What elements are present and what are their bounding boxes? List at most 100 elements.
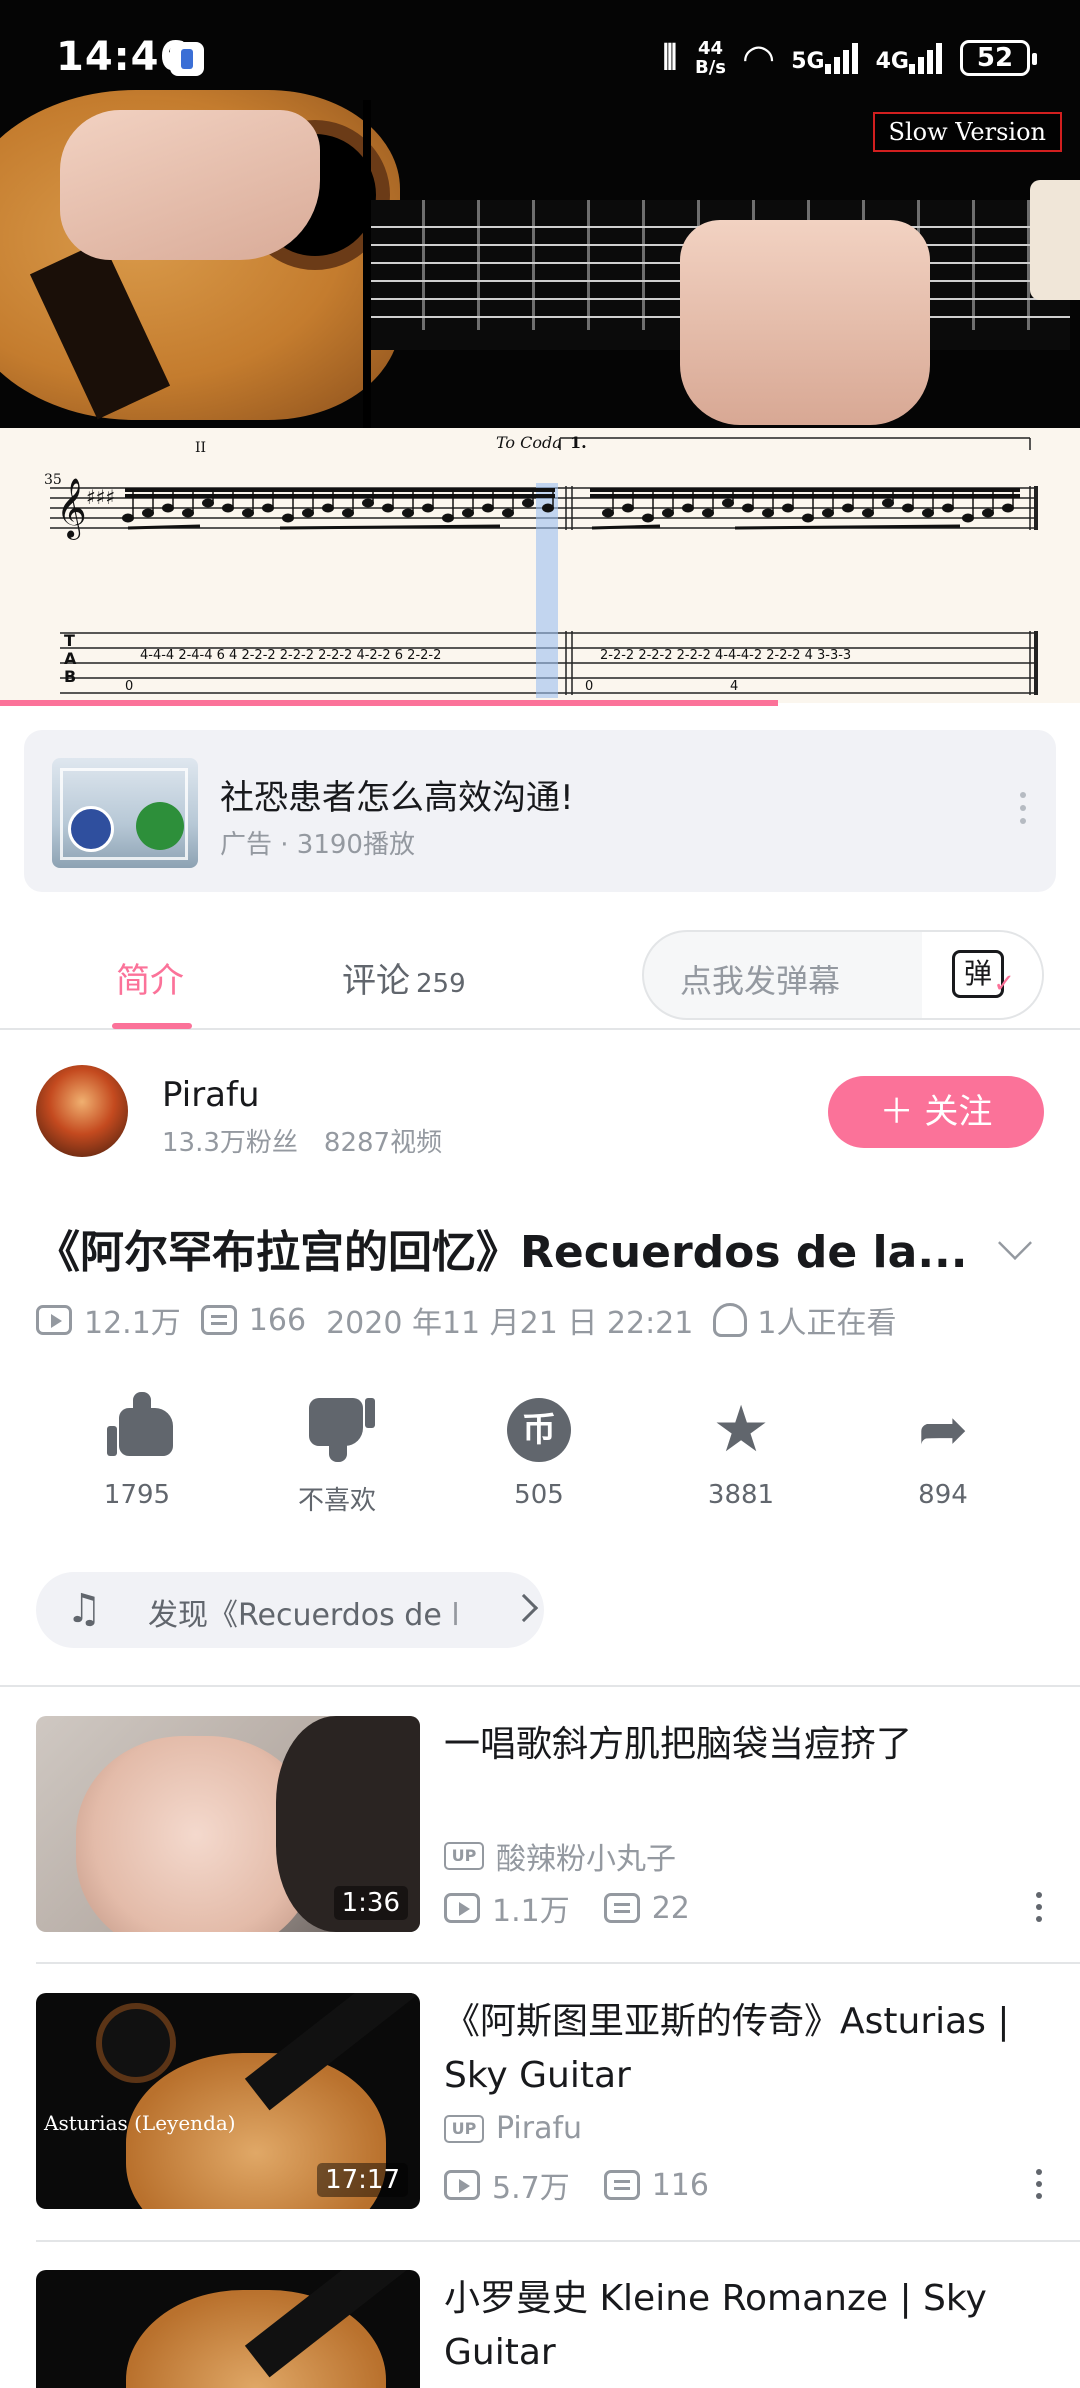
related-stats: 1.1万 22 xyxy=(444,1886,690,1930)
note-head xyxy=(142,508,154,518)
star-icon: ★ xyxy=(712,1393,770,1467)
coda-label: To Coda xyxy=(496,433,562,452)
related-views: 5.7万 xyxy=(492,2171,570,2206)
status-bar: 14:46 ⫴ 44 B/s ◠ 5G 4G 52 xyxy=(0,0,1080,100)
like-button[interactable]: 1795 xyxy=(72,1392,202,1510)
list-divider xyxy=(36,1962,1080,1964)
thumbs-down-icon xyxy=(305,1398,375,1462)
ad-thumbnail xyxy=(52,758,198,868)
video-split-divider xyxy=(363,100,371,428)
video-title: 《阿尔罕布拉宫的回忆》Recuerdos de la... xyxy=(36,1227,968,1278)
section-divider xyxy=(0,1685,1080,1687)
note-head xyxy=(602,508,614,518)
note-head xyxy=(962,513,974,523)
note-head xyxy=(722,498,734,508)
related-title: 一唱歌斜方肌把脑袋当痘挤了 xyxy=(444,1724,913,1765)
note-head xyxy=(982,508,994,518)
slow-version-label: Slow Version xyxy=(872,112,1062,152)
uploader-videos: 8287视频 xyxy=(323,1128,443,1158)
note-head xyxy=(382,503,394,513)
note-head xyxy=(322,503,334,513)
more-options-icon[interactable] xyxy=(1034,2169,1044,2203)
coin-count: 505 xyxy=(514,1480,564,1510)
up-badge-icon: UP xyxy=(444,1842,484,1870)
thumb-guitar-hole xyxy=(96,2003,176,2083)
note-head xyxy=(302,508,314,518)
tab-letter-t: T xyxy=(64,631,75,650)
tab-line-1: 4-4-4 2-4-4 6 4 2-2-2 2-2-2 2-2-2 4-2-2 … xyxy=(140,648,441,663)
related-views: 1.1万 xyxy=(492,1894,570,1929)
ad-more-icon[interactable] xyxy=(1018,792,1028,832)
danmaku-icon: 弹 xyxy=(952,950,1015,1005)
play-count-icon xyxy=(444,1893,480,1923)
ad-card[interactable]: 社恐患者怎么高效沟通! 广告 · 3190播放 xyxy=(24,730,1056,892)
favorite-button[interactable]: ★ 3881 xyxy=(676,1398,806,1510)
battery-level: 52 xyxy=(976,43,1014,73)
note-head xyxy=(922,508,934,518)
related-danmaku: 22 xyxy=(651,1890,690,1926)
avatar[interactable] xyxy=(36,1065,128,1157)
coin-icon: 币 xyxy=(507,1398,571,1462)
tab-active-indicator xyxy=(112,1023,192,1029)
related-danmaku: 116 xyxy=(651,2167,709,2203)
related-video-2[interactable]: Asturias (Leyenda) 17:17 《阿斯图里亚斯的传奇》Astu… xyxy=(36,1993,1044,2223)
related-stats: 5.7万 116 xyxy=(444,2163,709,2207)
note-head xyxy=(462,508,474,518)
sig1-label: 5G xyxy=(791,49,825,74)
note-head xyxy=(202,498,214,508)
music-note-icon: ♫ xyxy=(66,1586,102,1632)
related-video-1[interactable]: 1:36 一唱歌斜方肌把脑袋当痘挤了 UP 酸辣粉小丸子 1.1万 22 xyxy=(36,1716,1044,1946)
related-title: 小罗曼史 Kleine Romanze | Sky Guitar xyxy=(444,2278,987,2373)
battery-icon: 52 xyxy=(960,40,1037,76)
uploader-name[interactable]: Pirafu xyxy=(162,1075,260,1115)
note-head xyxy=(942,503,954,513)
net-speed-value: 44 xyxy=(697,38,724,59)
view-count: 12.1万 xyxy=(84,1306,181,1341)
dislike-button[interactable]: 不喜欢 xyxy=(272,1398,402,1517)
tab-comments[interactable]: 评论 259 xyxy=(342,953,466,1002)
sig2-label: 4G xyxy=(875,49,909,74)
guitar-headstock xyxy=(1030,180,1080,300)
note-head xyxy=(402,508,414,518)
share-button[interactable]: ➦ 894 xyxy=(878,1398,1008,1510)
more-options-icon[interactable] xyxy=(1034,1892,1044,1926)
tab-line-2: 2-2-2 2-2-2 2-2-2 4-4-4-2 2-2-2 4 3-3-3 xyxy=(600,648,851,663)
note-head xyxy=(442,513,454,523)
uploader-fans: 13.3万粉丝 xyxy=(162,1128,298,1158)
note-head xyxy=(622,503,634,513)
danmaku-toggle-button[interactable]: 弹 xyxy=(922,932,1042,1018)
music-discovery-label: 发现《Recuerdos de l xyxy=(148,1598,460,1633)
treble-clef: 𝄞 xyxy=(56,478,87,540)
note-head xyxy=(342,508,354,518)
share-count: 894 xyxy=(918,1480,968,1510)
ad-thumb-ball-2 xyxy=(136,802,184,850)
video-stats: 12.1万 166 2020 年11 月21 日 22:21 1人正在看 xyxy=(36,1298,896,1342)
net-speed-unit: B/s xyxy=(695,57,727,78)
music-discovery-pill[interactable]: ♫ 发现《Recuerdos de l xyxy=(36,1572,544,1648)
ad-thumb-ball-1 xyxy=(68,806,114,852)
ad-meta: 广告 · 3190播放 xyxy=(220,830,415,860)
dislike-label: 不喜欢 xyxy=(297,1486,376,1516)
tab-intro[interactable]: 简介 xyxy=(116,953,184,1002)
signal-4g-icon: 4G xyxy=(876,42,942,74)
note-head xyxy=(702,508,714,518)
danmaku-input[interactable]: 点我发弹幕 弹 xyxy=(642,930,1044,1020)
related-thumbnail-2: Asturias (Leyenda) 17:17 xyxy=(36,1993,420,2209)
note-head xyxy=(522,498,534,508)
position-mark: II xyxy=(195,440,206,456)
key-signature: ♯♯♯ xyxy=(86,485,115,509)
expand-description-icon[interactable] xyxy=(998,1226,1032,1260)
related-video-3[interactable]: 小罗曼史 Kleine Romanze | Sky Guitar xyxy=(36,2270,1044,2388)
coin-button[interactable]: 币 505 xyxy=(474,1398,604,1510)
share-arrow-icon: ➦ xyxy=(917,1395,969,1465)
note-head xyxy=(482,503,494,513)
video-progress-bar[interactable] xyxy=(0,700,778,706)
watching-icon xyxy=(713,1303,748,1337)
play-count-icon xyxy=(36,1305,72,1335)
tab-low-1: 0 xyxy=(125,679,133,694)
note-head xyxy=(842,503,854,513)
follow-button[interactable]: ＋ 关注 xyxy=(828,1076,1044,1148)
note-head xyxy=(902,503,914,513)
duration-badge: 17:17 xyxy=(317,2163,408,2197)
note-head xyxy=(642,513,654,523)
